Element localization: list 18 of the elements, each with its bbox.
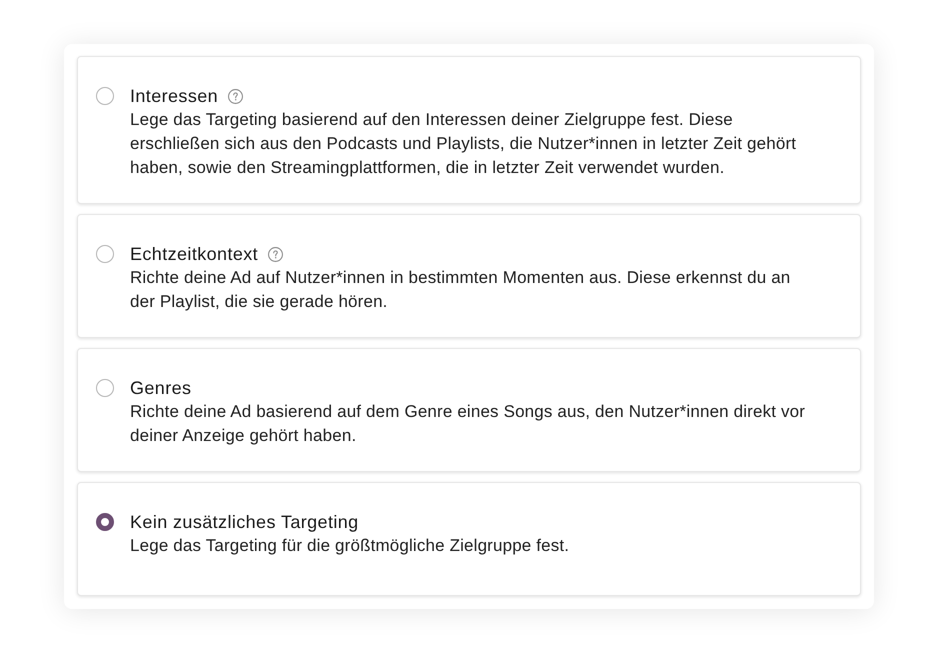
option-card[interactable]: Echtzeitkontext Richte deine Ad auf Nutzer*innen in bestimmten Momenten aus. Diese erkennst du an der Playlist, die sie gerade hören. (77, 214, 861, 338)
option-card[interactable]: Genres Richte deine Ad basierend auf dem Genre eines Songs aus, den Nutzer*innen direkt vor deiner Anzeige gehört haben. (77, 348, 861, 472)
radio-button[interactable] (96, 513, 114, 531)
option-title: Interessen (130, 85, 218, 108)
option-title: Echtzeitkontext (130, 243, 258, 266)
help-icon[interactable] (228, 88, 244, 104)
option-description: Richte deine Ad basierend auf dem Genre eines Songs aus, den Nutzer*innen direkt vor deiner Anzeige gehört haben. (130, 401, 806, 447)
option-description: Lege das Targeting für die größtmögliche Zielgruppe fest. (130, 535, 570, 557)
option-title: Genres (130, 377, 192, 400)
help-icon[interactable] (268, 246, 284, 262)
radio-button[interactable] (96, 245, 114, 263)
option-title: Kein zusätzliches Targeting (130, 511, 359, 534)
radio-button[interactable] (96, 379, 114, 397)
option-card[interactable]: Kein zusätzliches Targeting Lege das Targeting für die größtmögliche Zielgruppe fest. (77, 482, 861, 596)
option-card[interactable] (77, 56, 861, 204)
option-description: Richte deine Ad auf Nutzer*innen in bestimmten Momenten aus. Diese erkennst du an der Playlist, die sie gerade hören. (130, 267, 792, 313)
radio-button[interactable] (96, 87, 114, 105)
option-description: Lege das Targeting basierend auf den Interessen deiner Zielgruppe fest. Diese erschließen sich aus den Podcasts und Playlists, die Nutzer*innen in letzter Zeit gehört haben, sowie den Streamingplattformen, die in letzter Zeit verwendet wurden. (130, 109, 798, 179)
